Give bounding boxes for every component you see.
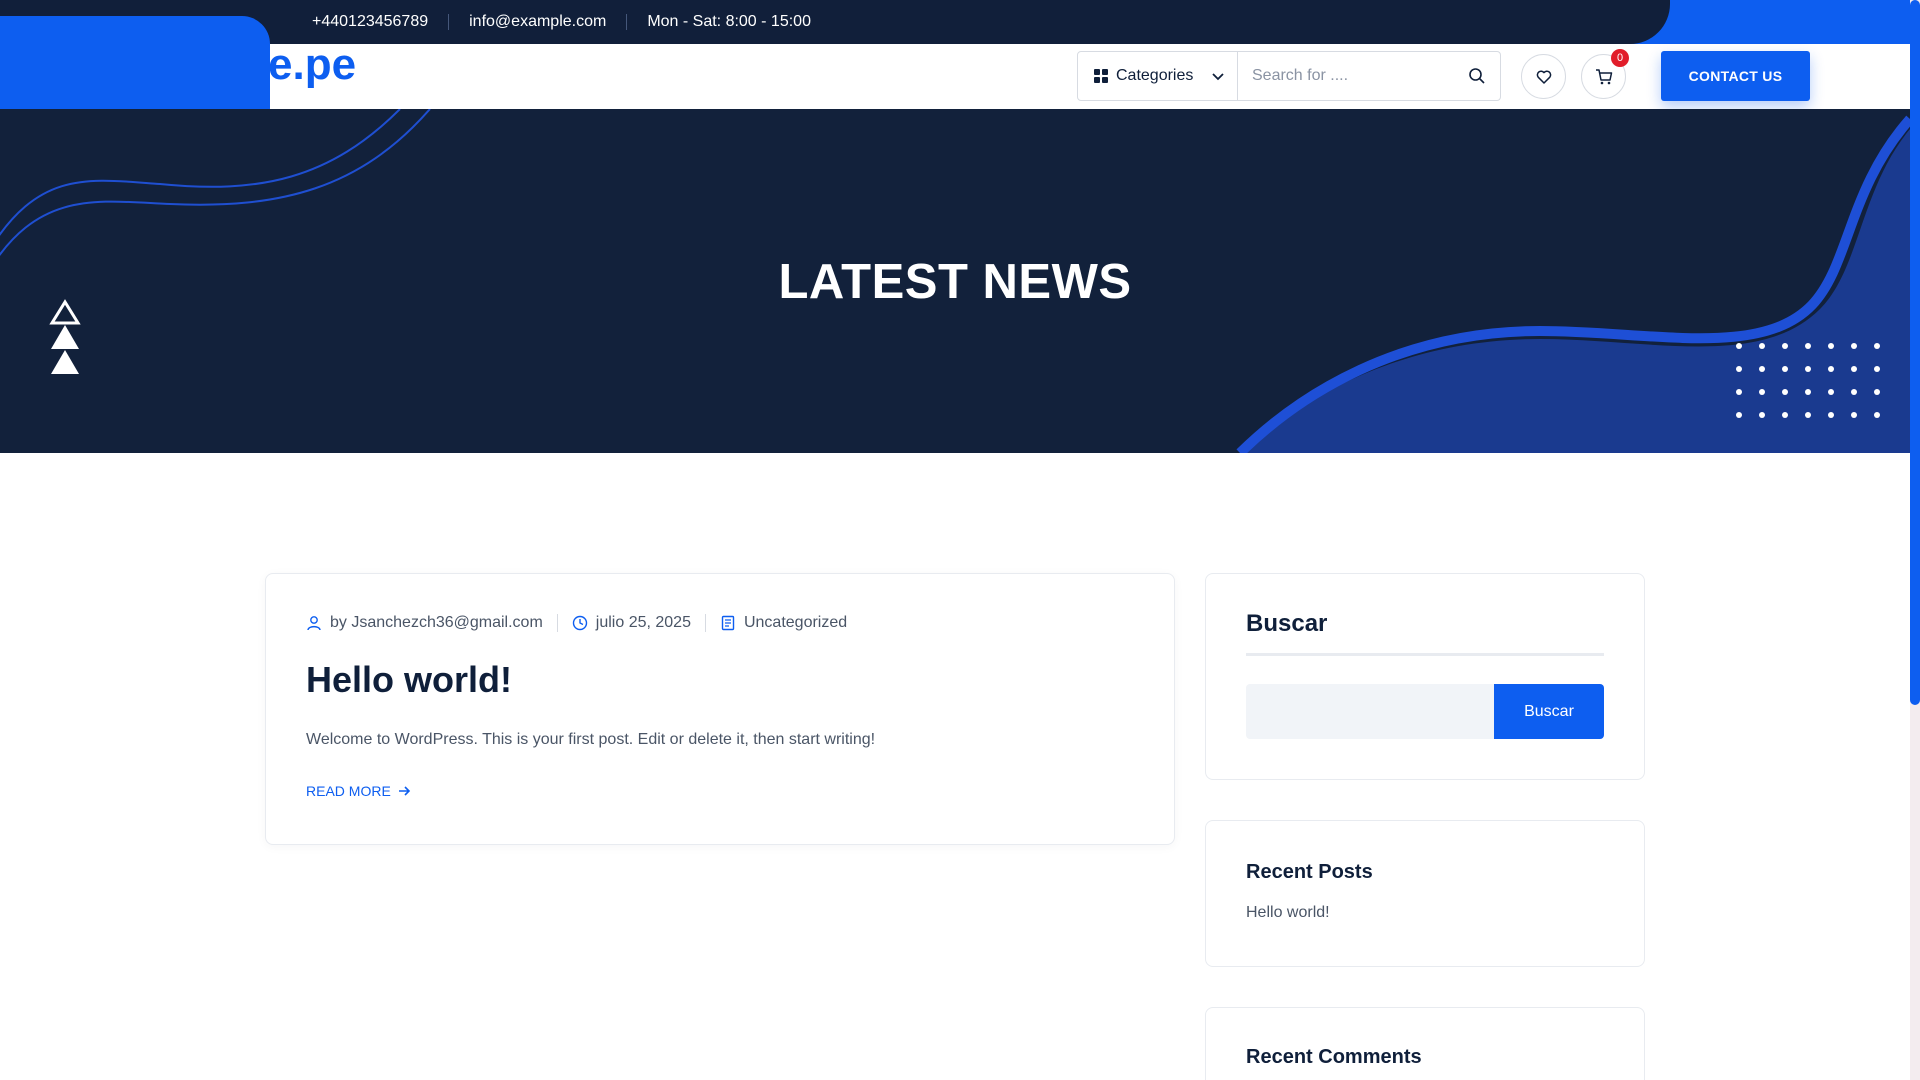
topbar-email[interactable]: info@example.com	[449, 13, 626, 31]
recent-posts-widget: Recent Posts Hello world!	[1205, 820, 1645, 967]
post-date-text: julio 25, 2025	[595, 614, 691, 631]
topbar-contact-info: +440123456789 info@example.com Mon - Sat…	[312, 0, 831, 44]
post-author[interactable]: by Jsanchezch36@gmail.com	[306, 614, 543, 632]
wishlist-button[interactable]	[1521, 54, 1566, 99]
categories-label: Categories	[1116, 67, 1194, 84]
search-widget-title: Buscar	[1246, 610, 1328, 637]
post-title[interactable]: Hello world!	[306, 659, 512, 701]
post-category-text: Uncategorized	[743, 614, 848, 631]
search-placeholder: Search for ....	[1252, 67, 1349, 84]
recent-comments-title: Recent Comments	[1246, 1046, 1422, 1068]
post-author-text: by Jsanchezch36@gmail.com	[330, 614, 543, 631]
post-date: julio 25, 2025	[572, 614, 691, 632]
sidebar-search-input[interactable]	[1246, 684, 1494, 739]
recent-post-link[interactable]: Hello world!	[1246, 904, 1330, 922]
search-widget: Buscar Buscar	[1205, 573, 1645, 780]
post-excerpt: Welcome to WordPress. This is your first…	[306, 731, 876, 748]
sidebar-search-button[interactable]: Buscar	[1494, 684, 1604, 739]
search-input[interactable]: Search for ....	[1238, 52, 1500, 100]
recent-posts-title: Recent Posts	[1246, 861, 1373, 883]
contact-us-button[interactable]: CONTACT US	[1661, 51, 1810, 101]
clock-icon	[572, 615, 587, 631]
recent-comments-widget: Recent Comments	[1205, 1007, 1645, 1080]
topbar-phone[interactable]: +440123456789	[312, 13, 448, 31]
grid-icon	[1094, 69, 1108, 83]
page-hero-banner: LATEST NEWS	[0, 109, 1910, 453]
category-icon	[721, 615, 735, 631]
user-icon	[307, 616, 321, 631]
categories-dropdown[interactable]: Categories	[1078, 52, 1238, 100]
post-category[interactable]: Uncategorized	[720, 614, 847, 632]
widget-title-underline	[1246, 653, 1604, 656]
scrollbar-thumb[interactable]	[1910, 0, 1920, 705]
page-scrollbar[interactable]	[1910, 0, 1920, 1080]
read-more-label: READ MORE	[306, 783, 391, 799]
heart-icon	[1536, 69, 1551, 84]
meta-divider	[556, 614, 558, 632]
logo-background-shape	[0, 16, 270, 109]
page-title: LATEST NEWS	[778, 255, 1132, 309]
cart-count-badge: 0	[1611, 49, 1629, 67]
chevron-down-icon	[1212, 73, 1225, 81]
search-icon[interactable]	[1468, 67, 1486, 85]
read-more-link[interactable]: READ MORE	[306, 783, 411, 799]
category-search-bar: Categories Search for ....	[1077, 51, 1501, 101]
site-logo[interactable]: e.pe	[268, 40, 356, 90]
cart-button[interactable]: 0	[1581, 49, 1629, 99]
blog-post-card: by Jsanchezch36@gmail.com julio 25, 2025…	[265, 573, 1175, 845]
top-info-bar: +440123456789 info@example.com Mon - Sat…	[0, 0, 1920, 44]
cart-icon	[1595, 68, 1612, 84]
topbar-accent-shape	[1590, 0, 1920, 44]
post-meta: by Jsanchezch36@gmail.com julio 25, 2025…	[306, 614, 847, 632]
topbar-hours: Mon - Sat: 8:00 - 15:00	[647, 13, 811, 30]
meta-divider	[704, 614, 706, 632]
arrow-right-icon	[398, 786, 410, 796]
